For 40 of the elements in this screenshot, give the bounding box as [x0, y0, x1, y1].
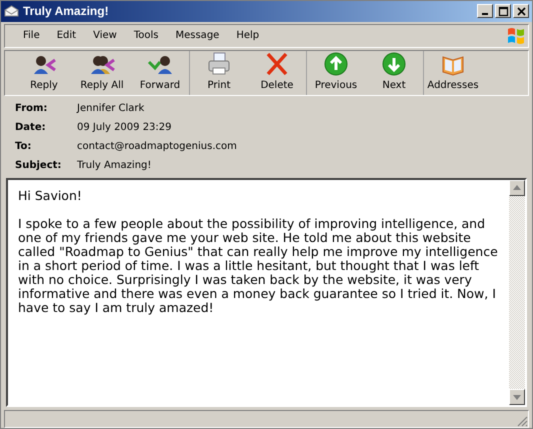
header-value: contact@roadmaptogenius.com: [77, 140, 238, 154]
scroll-down-button[interactable]: [509, 389, 525, 406]
body-paragraph: I spoke to a few people about the possibility of improving intelligence, and one of my friends gave me your web site. He told me about this website called "Roadmap to Genius" that can really help me improve my intelligence in a short period of time. I was a little hesitant, but thought that I was left with no choice. Surprisingly I was taken back by the website, it was very informative and there was even a money back guarantee so I tried it. Now, I have to say I am truly amazed!: [18, 216, 499, 315]
minimize-icon: [482, 13, 488, 16]
toolbar-button[interactable]: Print: [190, 52, 248, 94]
menu-item[interactable]: Help: [228, 26, 268, 46]
header-label: Date:: [15, 120, 47, 135]
envelope-icon: [4, 5, 19, 18]
toolbar-button[interactable]: Addresses: [424, 52, 482, 94]
header-value: 09 July 2009 23:29: [77, 120, 173, 135]
scroll-up-button[interactable]: [509, 180, 525, 196]
x-mark-icon: [264, 52, 290, 76]
toolbar-button[interactable]: Previous: [307, 52, 365, 94]
close-icon: [514, 4, 528, 18]
header-value: Jennifer Clark: [77, 102, 146, 116]
scroll-bar[interactable]: [509, 180, 525, 406]
toolbar-button[interactable]: Next: [365, 52, 423, 94]
header-value: Truly Amazing!: [77, 158, 152, 173]
toolbar-button[interactable]: Reply All: [73, 52, 131, 94]
body-paragraph: Hi Savion!: [18, 188, 83, 203]
toolbar-button[interactable]: Forward: [131, 52, 189, 94]
up-triangle-icon: [513, 185, 521, 190]
menu-item[interactable]: View: [85, 26, 125, 46]
window-title: Truly Amazing!: [23, 3, 110, 20]
printer-icon: [206, 52, 232, 76]
header-label: Subject:: [15, 158, 62, 173]
down-triangle-icon: [513, 394, 521, 400]
header-label: To:: [15, 140, 32, 154]
menu-item[interactable]: File: [15, 26, 48, 46]
maximize-icon: [496, 4, 510, 18]
maximize-button[interactable]: [495, 4, 511, 18]
header-label: From:: [15, 102, 48, 116]
minimize-button[interactable]: [477, 4, 493, 18]
menu-item[interactable]: Tools: [126, 26, 166, 46]
flag-logo-icon: [506, 26, 526, 46]
close-button[interactable]: [513, 4, 529, 18]
toolbar-button[interactable]: Delete: [248, 52, 306, 94]
toolbar-button[interactable]: Reply: [15, 52, 73, 94]
menu-item[interactable]: Edit: [48, 26, 84, 46]
menu-item[interactable]: Message: [167, 26, 228, 46]
